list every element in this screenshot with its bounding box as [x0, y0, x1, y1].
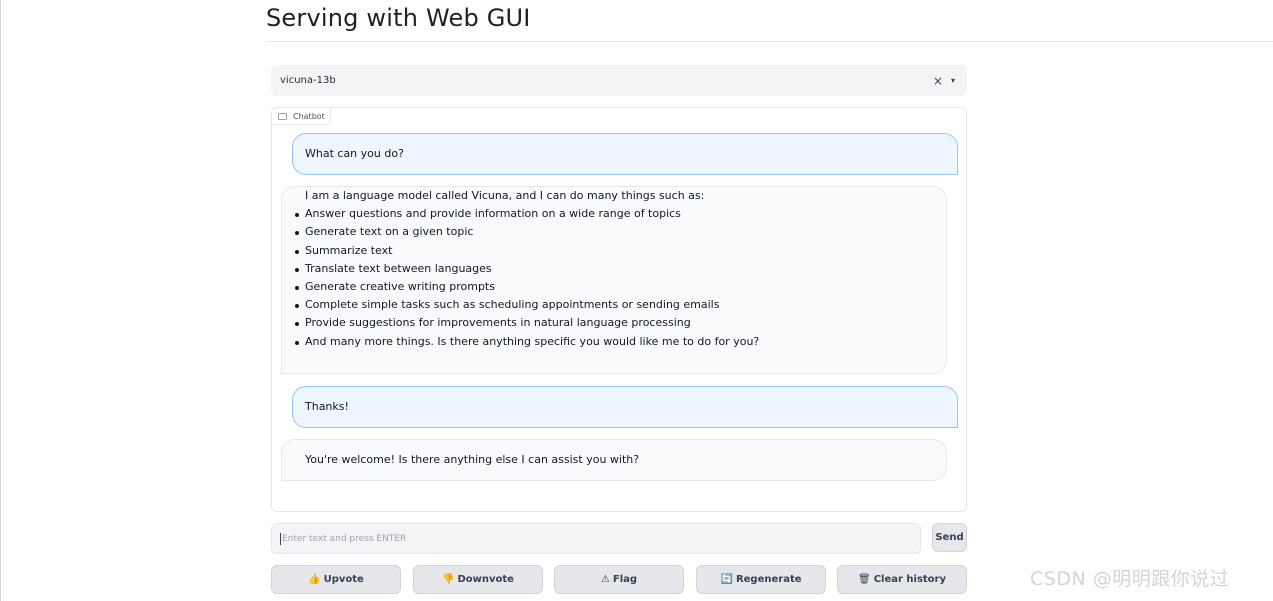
- left-border: [0, 0, 1, 601]
- list-item: Answer questions and provide information…: [295, 205, 923, 223]
- thumbs-down-icon: 👎: [442, 574, 455, 585]
- list-item: And many more things. Is there anything …: [295, 333, 923, 351]
- downvote-label: Downvote: [457, 574, 514, 585]
- message-input[interactable]: Enter text and press ENTER: [271, 523, 921, 554]
- list-item: Translate text between languages: [295, 260, 923, 278]
- flag-button[interactable]: ⚠ Flag: [554, 565, 684, 594]
- message-input-placeholder: Enter text and press ENTER: [282, 533, 407, 544]
- assistant-message: You're welcome! Is there anything else I…: [281, 439, 947, 481]
- list-item: Provide suggestions for improvements in …: [295, 314, 923, 332]
- text-cursor: [280, 532, 281, 545]
- flag-label: Flag: [612, 574, 638, 585]
- regenerate-button[interactable]: 🔄 Regenerate: [696, 565, 826, 594]
- message-intro: I am a language model called Vicuna, and…: [305, 189, 705, 202]
- send-button[interactable]: Send: [932, 523, 967, 552]
- upvote-button[interactable]: 👍 Upvote: [271, 565, 401, 594]
- chatbot-panel: Chatbot What can you do? I am a language…: [271, 107, 967, 512]
- page-title: Serving with Web GUI: [266, 4, 531, 32]
- clear-history-button[interactable]: 🗑 Clear history: [837, 565, 967, 594]
- user-message: Thanks!: [292, 386, 958, 428]
- chevron-down-icon[interactable]: ▾: [951, 76, 955, 85]
- trash-icon: 🗑: [857, 574, 871, 585]
- model-dropdown-value: vicuna-13b: [280, 75, 336, 86]
- refresh-icon: 🔄: [720, 574, 733, 585]
- message-text: You're welcome! Is there anything else I…: [305, 452, 640, 466]
- clear-selection-icon[interactable]: ×: [933, 74, 943, 88]
- upvote-label: Upvote: [323, 574, 364, 585]
- regenerate-label: Regenerate: [735, 574, 802, 585]
- warning-icon: ⚠: [600, 574, 610, 585]
- message-text: Thanks!: [305, 399, 349, 413]
- downvote-button[interactable]: 👎 Downvote: [413, 565, 543, 594]
- list-item: Generate creative writing prompts: [295, 278, 923, 296]
- title-divider: [266, 41, 1273, 42]
- assistant-message: I am a language model called Vicuna, and…: [281, 186, 947, 374]
- chatbot-label-text: Chatbot: [293, 111, 325, 121]
- model-dropdown[interactable]: vicuna-13b × ▾: [271, 65, 967, 96]
- thumbs-up-icon: 👍: [308, 574, 321, 585]
- watermark: CSDN @明明跟你说过: [1030, 568, 1230, 590]
- message-text: What can you do?: [305, 146, 404, 160]
- chatbot-label: Chatbot: [272, 108, 331, 125]
- capability-list: Answer questions and provide information…: [295, 205, 923, 351]
- chat-bubble-icon: [278, 112, 287, 120]
- list-item: Summarize text: [295, 242, 923, 260]
- user-message: What can you do?: [292, 133, 958, 175]
- list-item: Complete simple tasks such as scheduling…: [295, 296, 923, 314]
- clear-history-label: Clear history: [873, 574, 946, 585]
- list-item: Generate text on a given topic: [295, 223, 923, 241]
